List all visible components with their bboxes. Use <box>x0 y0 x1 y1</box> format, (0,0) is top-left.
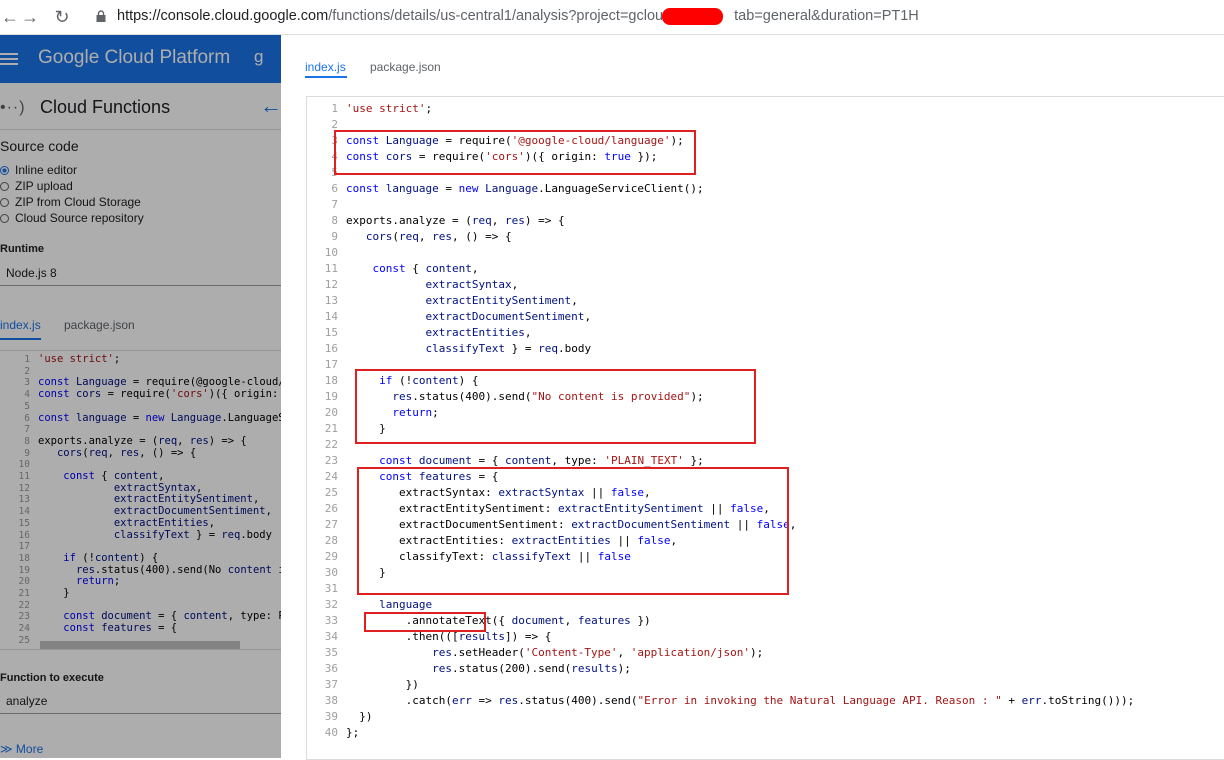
line-number: 38 <box>324 694 338 707</box>
code-viewer-modal: index.js package.json 1 'use strict'; 2 3 co… <box>281 35 1224 760</box>
highlight-box-requires <box>334 130 696 175</box>
code-line: 40}; <box>307 725 1224 741</box>
address-bar[interactable]: https://console.cloud.google.com/functio… <box>117 8 919 24</box>
code-text: }) <box>405 678 419 691</box>
line-number: 7 <box>331 198 338 211</box>
code-text: extractSyntax, <box>425 278 519 291</box>
line-number: 21 <box>324 422 338 435</box>
back-arrow-icon[interactable]: ← <box>0 7 20 27</box>
code-text: }; <box>346 726 360 739</box>
line-number: 35 <box>324 646 338 659</box>
code-text: res.setHeader('Content-Type', 'applicati… <box>432 646 764 659</box>
line-number: 37 <box>324 678 338 691</box>
line-number: 28 <box>324 534 338 547</box>
code-text: extractEntities, <box>425 326 532 339</box>
line-number: 29 <box>324 550 338 563</box>
code-line: 7 <box>307 197 1224 213</box>
line-number: 25 <box>324 486 338 499</box>
code-text: res.status(200).send(results); <box>432 662 631 675</box>
line-number: 16 <box>324 342 338 355</box>
modal-backdrop[interactable] <box>0 35 281 758</box>
code-line: 35 res.setHeader('Content-Type', 'applic… <box>307 645 1224 661</box>
code-text: const language = new Language.LanguageSe… <box>346 182 704 195</box>
code-text: }) <box>359 710 373 723</box>
code-line: 38 .catch(err => res.status(400).send("E… <box>307 693 1224 709</box>
line-number: 13 <box>324 294 338 307</box>
line-number: 36 <box>324 662 338 675</box>
code-line: 11 const { content, <box>307 261 1224 277</box>
line-number: 23 <box>324 454 338 467</box>
line-number: 8 <box>331 214 338 227</box>
browser-toolbar: ← → ↻ https://console.cloud.google.com/f… <box>0 0 1224 35</box>
line-number: 32 <box>324 598 338 611</box>
code-text: extractEntitySentiment, <box>425 294 578 307</box>
code-text: classifyText } = req.body <box>425 342 592 355</box>
code-text: language <box>379 598 433 611</box>
code-line: 39 }) <box>307 709 1224 725</box>
code-line: 16 classifyText } = req.body <box>307 341 1224 357</box>
code-line: 10 <box>307 245 1224 261</box>
line-number: 27 <box>324 518 338 531</box>
line-number: 1 <box>331 102 338 115</box>
code-text: exports.analyze = (req, res) => { <box>346 214 565 227</box>
line-number: 34 <box>324 630 338 643</box>
line-number: 31 <box>324 582 338 595</box>
code-line: 6 const language = new Language.LanguageS… <box>307 181 1224 197</box>
line-number: 9 <box>331 230 338 243</box>
code-line: 32 language <box>307 597 1224 613</box>
lock-icon <box>96 10 106 22</box>
code-line: 13 extractEntitySentiment, <box>307 293 1224 309</box>
line-number: 15 <box>324 326 338 339</box>
code-text: .catch(err => res.status(400).send("Erro… <box>405 694 1135 707</box>
line-number: 14 <box>324 310 338 323</box>
line-number: 20 <box>324 406 338 419</box>
url-path: /functions/details/us-central1/analysis?… <box>328 8 672 24</box>
line-number: 19 <box>324 390 338 403</box>
line-number: 33 <box>324 614 338 627</box>
line-number: 40 <box>324 726 338 739</box>
highlight-box-annotate-text <box>364 612 486 632</box>
code-line: 36 res.status(200).send(results); <box>307 661 1224 677</box>
forward-arrow-icon[interactable]: → <box>20 7 40 27</box>
line-number: 17 <box>324 358 338 371</box>
code-text: extractDocumentSentiment, <box>425 310 592 323</box>
highlight-box-content-check <box>355 369 756 444</box>
line-number: 39 <box>324 710 338 723</box>
line-number: 10 <box>324 246 338 259</box>
code-text: 'use strict'; <box>346 102 433 115</box>
tab-package-json[interactable]: package.json <box>370 60 441 74</box>
console-background: Google Cloud Platform g •··) Cloud Funct… <box>0 35 281 758</box>
code-line: 1 'use strict'; <box>307 101 1224 117</box>
line-number: 12 <box>324 278 338 291</box>
line-number: 30 <box>324 566 338 579</box>
code-line: 15 extractEntities, <box>307 325 1224 341</box>
line-number: 18 <box>324 374 338 387</box>
line-number: 26 <box>324 502 338 515</box>
url-tail: tab=general&duration=PT1H <box>734 8 919 24</box>
code-line: 14 extractDocumentSentiment, <box>307 309 1224 325</box>
code-line: 37 }) <box>307 677 1224 693</box>
url-host: https://console.cloud.google.com <box>117 8 329 24</box>
tab-index-js[interactable]: index.js <box>305 60 346 74</box>
code-text: cors(req, res, () => { <box>365 230 512 243</box>
redaction-mark <box>662 8 723 25</box>
line-number: 6 <box>331 182 338 195</box>
active-tab-indicator <box>305 76 347 78</box>
line-number: 11 <box>324 262 338 275</box>
code-line: 9 cors(req, res, () => { <box>307 229 1224 245</box>
line-number: 22 <box>324 438 338 451</box>
line-number: 24 <box>324 470 338 483</box>
code-line: 12 extractSyntax, <box>307 277 1224 293</box>
code-line: 8 exports.analyze = (req, res) => { <box>307 213 1224 229</box>
reload-icon[interactable]: ↻ <box>52 7 72 27</box>
code-editor[interactable]: 1'use strict'; 2 3 const Language = require… <box>306 96 1224 760</box>
code-text: const { content, <box>372 262 479 275</box>
highlight-box-features <box>357 467 789 595</box>
